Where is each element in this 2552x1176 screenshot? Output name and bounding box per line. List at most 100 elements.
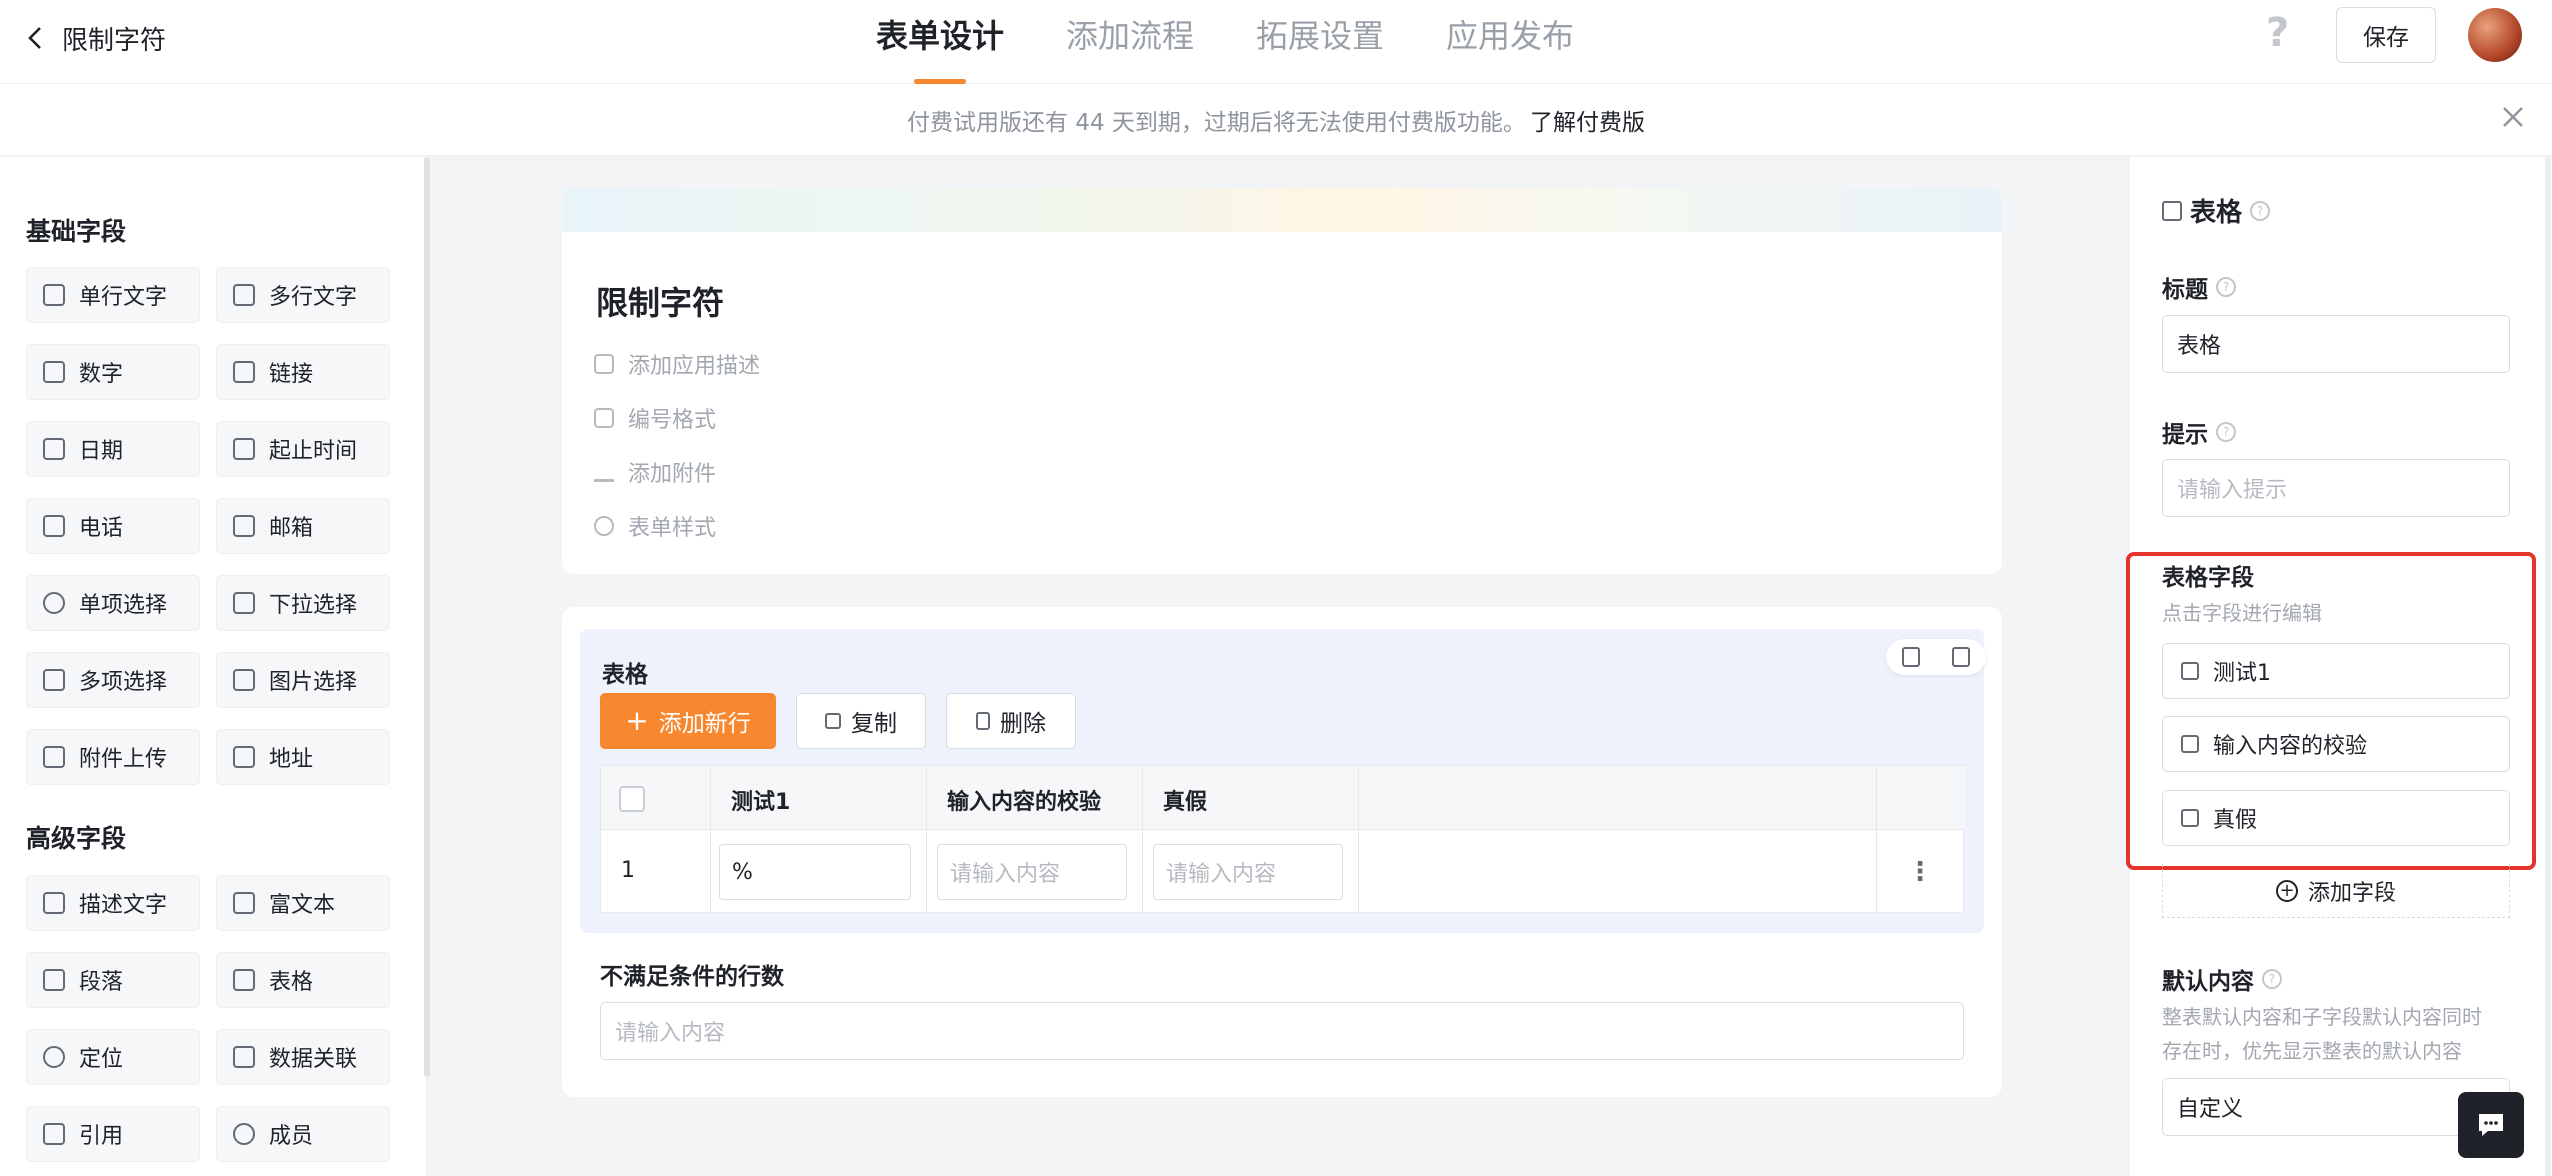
chat-icon — [2479, 1114, 2503, 1136]
title-label: 标题 ? — [2162, 270, 2236, 304]
field-attachment[interactable]: 附件上传 — [26, 729, 200, 785]
table-field-card[interactable]: 表格 + 添加新行 复制 删除 1 测试1 % 输入内容的校验 请输入内容 真假… — [562, 607, 2002, 1097]
field-label: 多行文字 — [269, 285, 358, 310]
lines-icon — [43, 892, 65, 914]
field-label: 单行文字 — [79, 285, 168, 310]
table-field-label: 测试1 — [2213, 661, 2271, 686]
add-row-button[interactable]: + 添加新行 — [600, 693, 776, 749]
table-field-item[interactable]: 测试1 — [2162, 643, 2510, 699]
form-title[interactable]: 限制字符 — [596, 278, 724, 324]
add-field-button[interactable]: + 添加字段 — [2162, 864, 2510, 918]
help-circle-icon[interactable]: ? — [2216, 277, 2236, 297]
table-fields-hint: 点击字段进行编辑 — [2162, 601, 2322, 625]
multiline-text-icon — [233, 284, 255, 306]
chat-button[interactable] — [2458, 1092, 2524, 1158]
top-bar: 限制字符 表单设计 添加流程 拓展设置 应用发布 ? 保存 — [0, 0, 2552, 84]
reference-icon — [43, 1123, 65, 1145]
help-icon[interactable]: ? — [2266, 10, 2289, 56]
help-circle-icon[interactable]: ? — [2250, 200, 2271, 221]
field-multi-line-text[interactable]: 多行文字 — [216, 267, 390, 323]
field-data-link[interactable]: 数据关联 — [216, 1029, 390, 1085]
add-description-option[interactable]: 添加应用描述 — [594, 348, 760, 380]
location-icon — [43, 1046, 65, 1068]
select-all-checkbox[interactable] — [619, 786, 645, 812]
field-multi-choice[interactable]: 多项选择 — [26, 652, 200, 708]
column-true-false: 真假 请输入内容 — [1143, 766, 1359, 914]
tab-extension-settings[interactable]: 拓展设置 — [1256, 0, 1384, 84]
field-phone[interactable]: 电话 — [26, 498, 200, 554]
field-paragraph[interactable]: 段落 — [26, 952, 200, 1008]
field-number[interactable]: 数字 — [26, 344, 200, 400]
copy-button[interactable]: 复制 — [796, 693, 926, 749]
table-field-item[interactable]: 真假 — [2162, 790, 2510, 846]
table-field-selected[interactable]: 表格 + 添加新行 复制 删除 1 测试1 % 输入内容的校验 请输入内容 真假… — [580, 629, 1986, 933]
cell-input[interactable]: 请输入内容 — [937, 844, 1127, 900]
field-description-text[interactable]: 描述文字 — [26, 875, 200, 931]
field-label: 段落 — [79, 970, 124, 995]
field-label: 起止时间 — [269, 439, 358, 464]
field-table[interactable]: 表格 — [216, 952, 390, 1008]
field-single-line-text[interactable]: 单行文字 — [26, 267, 200, 323]
field-reference[interactable]: 引用 — [26, 1106, 200, 1162]
field-label: 邮箱 — [269, 516, 314, 541]
back-button[interactable]: 限制字符 — [26, 18, 166, 58]
serial-format-option[interactable]: 编号格式 — [594, 402, 716, 434]
tab-add-flow[interactable]: 添加流程 — [1066, 0, 1194, 84]
field-link[interactable]: 链接 — [216, 344, 390, 400]
field-date[interactable]: 日期 — [26, 421, 200, 477]
option-label: 添加应用描述 — [628, 354, 761, 379]
field-label: 下拉选择 — [269, 593, 358, 618]
table-field-label: 输入内容的校验 — [2213, 734, 2368, 759]
table-fields-label: 表格字段 — [2162, 565, 2254, 591]
dropdown-icon — [233, 592, 255, 614]
sidebar-scrollbar[interactable] — [424, 157, 430, 1077]
form-style-option[interactable]: 表单样式 — [594, 510, 716, 542]
field-label: 地址 — [269, 747, 314, 772]
delete-button[interactable]: 删除 — [946, 693, 1076, 749]
data-table: 1 测试1 % 输入内容的校验 请输入内容 真假 请输入内容 ⋮ — [600, 765, 1965, 914]
number-icon — [594, 408, 614, 428]
cell-input[interactable]: 请输入内容 — [1153, 844, 1343, 900]
field-email[interactable]: 邮箱 — [216, 498, 390, 554]
help-circle-icon[interactable]: ? — [2262, 969, 2282, 989]
rows-field-label: 不满足条件的行数 — [600, 964, 784, 990]
field-location[interactable]: 定位 — [26, 1029, 200, 1085]
text-field-icon — [2181, 662, 2199, 680]
banner-link[interactable]: 了解付费版 — [1530, 103, 1645, 137]
default-label-text: 默认内容 — [2162, 969, 2254, 995]
avatar[interactable] — [2468, 8, 2522, 62]
card-actions — [1886, 639, 1986, 675]
field-dropdown[interactable]: 下拉选择 — [216, 575, 390, 631]
field-label: 附件上传 — [79, 747, 168, 772]
table-icon — [2162, 200, 2182, 221]
field-member[interactable]: 成员 — [216, 1106, 390, 1162]
row-index: 1 — [621, 858, 635, 883]
help-circle-icon[interactable]: ? — [2216, 422, 2236, 442]
rows-field-input[interactable]: 请输入内容 — [600, 1002, 1964, 1060]
field-address[interactable]: 地址 — [216, 729, 390, 785]
add-attachment-option[interactable]: 添加附件 — [594, 456, 716, 488]
save-button[interactable]: 保存 — [2336, 7, 2436, 63]
trash-icon[interactable] — [1952, 647, 1970, 667]
image-icon — [233, 669, 255, 691]
copy-label: 复制 — [851, 711, 897, 737]
tab-publish[interactable]: 应用发布 — [1446, 0, 1574, 84]
column-test1: 测试1 % — [711, 766, 927, 914]
page-scrollbar[interactable] — [2545, 157, 2551, 1176]
field-date-range[interactable]: 起止时间 — [216, 421, 390, 477]
title-input[interactable]: 表格 — [2162, 315, 2510, 373]
mail-icon — [233, 515, 255, 537]
copy-icon[interactable] — [1902, 647, 1920, 667]
field-image-choice[interactable]: 图片选择 — [216, 652, 390, 708]
field-single-choice[interactable]: 单项选择 — [26, 575, 200, 631]
table-title: 表格 — [602, 662, 648, 688]
close-icon[interactable] — [2500, 104, 2526, 130]
cell-input[interactable]: % — [719, 844, 911, 900]
radio-icon — [43, 592, 65, 614]
hint-input[interactable]: 请输入提示 — [2162, 459, 2510, 517]
table-field-item[interactable]: 输入内容的校验 — [2162, 716, 2510, 772]
field-label: 单项选择 — [79, 593, 168, 618]
more-vertical-icon[interactable]: ⋮ — [1877, 830, 1963, 914]
tab-form-design[interactable]: 表单设计 — [876, 0, 1004, 84]
field-rich-text[interactable]: 富文本 — [216, 875, 390, 931]
